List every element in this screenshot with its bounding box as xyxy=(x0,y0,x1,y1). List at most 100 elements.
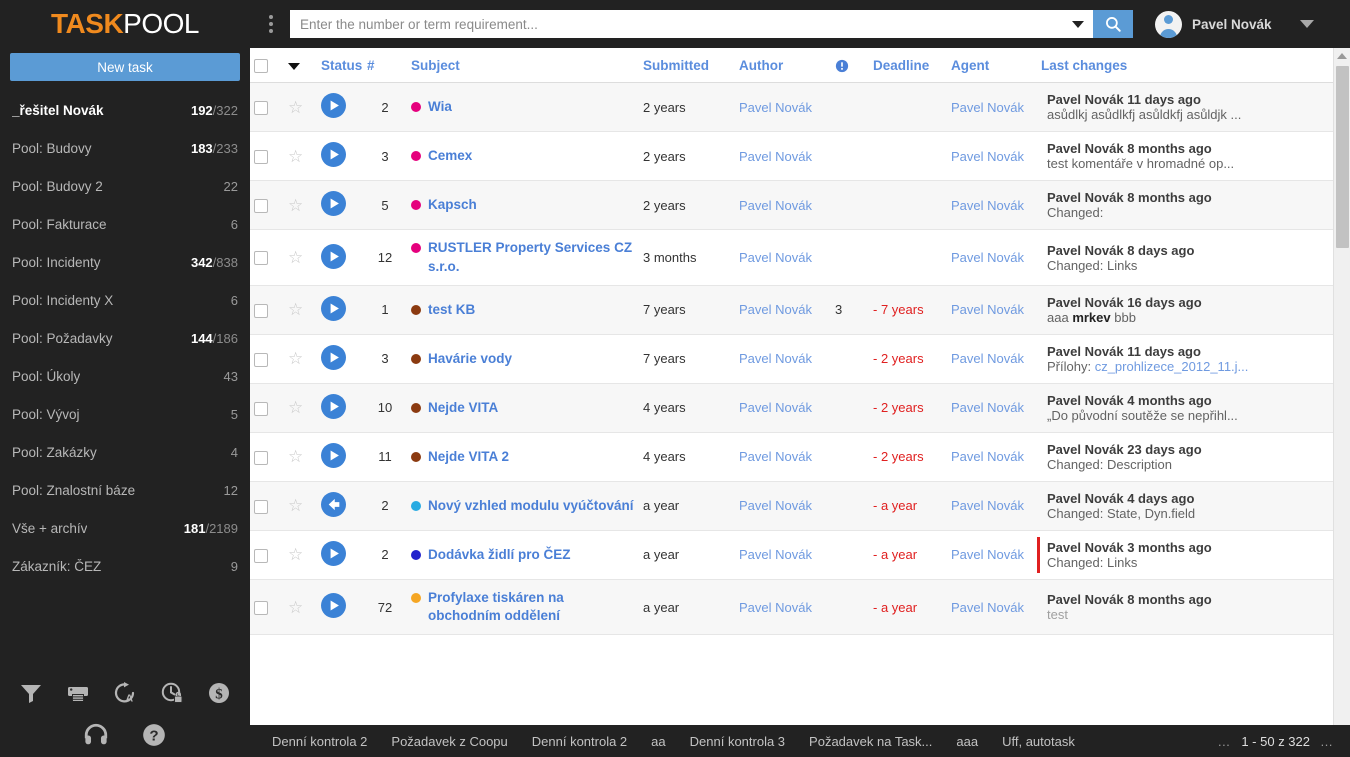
row-subject-link[interactable]: Kapsch xyxy=(428,196,477,214)
row-subject-cell[interactable]: RUSTLER Property Services CZ s.r.o. xyxy=(407,229,639,286)
sidebar-item-3[interactable]: Pool: Fakturace 6 xyxy=(0,205,250,243)
table-row[interactable]: ☆ 2 Nový vzhled modulu vyúčtování a year Pav… xyxy=(250,481,1350,531)
play-circle-icon[interactable] xyxy=(321,593,346,621)
row-checkbox[interactable] xyxy=(254,401,268,416)
row-agent-cell[interactable]: Pavel Novák xyxy=(947,579,1037,636)
row-author-link[interactable]: Pavel Novák xyxy=(739,198,812,213)
row-author-cell[interactable]: Pavel Novák xyxy=(735,383,831,433)
table-row[interactable]: ☆ 3 Cemex 2 years Pavel Novák Pavel Novák Pave… xyxy=(250,131,1350,182)
row-agent-link[interactable]: Pavel Novák xyxy=(951,351,1024,366)
star-icon[interactable]: ☆ xyxy=(288,545,303,564)
table-row[interactable]: ☆ 5 Kapsch 2 years Pavel Novák Pavel Novák Pav… xyxy=(250,180,1350,231)
quick-tab-5[interactable]: Požadavek na Task... xyxy=(797,734,944,749)
row-agent-cell[interactable]: Pavel Novák xyxy=(947,285,1037,335)
row-checkbox[interactable] xyxy=(254,150,268,165)
quick-tab-7[interactable]: Uff, autotask xyxy=(990,734,1087,749)
row-checkbox[interactable] xyxy=(254,303,268,318)
row-status-cell[interactable] xyxy=(317,481,363,531)
row-subject-link[interactable]: Profylaxe tiskáren na obchodním oddělení xyxy=(428,589,635,625)
row-author-cell[interactable]: Pavel Novák xyxy=(735,579,831,636)
row-last-changes-cell[interactable]: Pavel Novák 4 days ago Changed: State, Dy… xyxy=(1037,481,1350,531)
star-icon[interactable]: ☆ xyxy=(288,300,303,319)
row-agent-link[interactable]: Pavel Novák xyxy=(951,149,1024,164)
quick-tab-4[interactable]: Denní kontrola 3 xyxy=(678,734,797,749)
row-agent-link[interactable]: Pavel Novák xyxy=(951,449,1024,464)
row-status-cell[interactable] xyxy=(317,180,363,231)
redo-a-icon[interactable]: A xyxy=(112,680,138,706)
row-select-cell[interactable] xyxy=(250,432,284,482)
row-subject-cell[interactable]: Dodávka židlí pro ČEZ xyxy=(407,530,639,580)
row-subject-link[interactable]: Wia xyxy=(428,98,452,116)
row-favorite-cell[interactable]: ☆ xyxy=(284,383,317,433)
row-select-cell[interactable] xyxy=(250,285,284,335)
header-author[interactable]: Author xyxy=(735,48,831,84)
select-all-checkbox[interactable] xyxy=(254,59,268,74)
table-row[interactable]: ☆ 2 Dodávka židlí pro ČEZ a year Pavel Novák… xyxy=(250,530,1350,580)
star-icon[interactable]: ☆ xyxy=(288,248,303,267)
quick-tab-2[interactable]: Denní kontrola 2 xyxy=(520,734,639,749)
app-logo[interactable]: TASK POOL xyxy=(0,0,250,48)
sidebar-item-7[interactable]: Pool: Úkoly 43 xyxy=(0,357,250,395)
row-author-link[interactable]: Pavel Novák xyxy=(739,547,812,562)
quick-tab-3[interactable]: aa xyxy=(639,734,677,749)
sidebar-item-0[interactable]: _řešitel Novák 192/322 xyxy=(0,91,250,129)
headset-icon[interactable] xyxy=(83,722,109,748)
star-icon[interactable]: ☆ xyxy=(288,447,303,466)
scrollbar-thumb[interactable] xyxy=(1336,66,1349,248)
caret-down-icon[interactable] xyxy=(288,63,300,71)
row-status-cell[interactable] xyxy=(317,432,363,482)
row-author-cell[interactable]: Pavel Novák xyxy=(735,432,831,482)
play-circle-icon[interactable] xyxy=(321,442,346,471)
star-icon[interactable]: ☆ xyxy=(288,496,303,515)
play-circle-icon[interactable] xyxy=(321,295,346,324)
header-status[interactable]: Status xyxy=(317,48,363,84)
table-row[interactable]: ☆ 10 Nejde VITA 4 years Pavel Novák - 2 years… xyxy=(250,383,1350,433)
row-favorite-cell[interactable]: ☆ xyxy=(284,285,317,335)
table-row[interactable]: ☆ 11 Nejde VITA 2 4 years Pavel Novák - 2 yea… xyxy=(250,432,1350,482)
row-subject-link[interactable]: RUSTLER Property Services CZ s.r.o. xyxy=(428,239,635,275)
row-agent-cell[interactable]: Pavel Novák xyxy=(947,530,1037,580)
row-select-cell[interactable] xyxy=(250,530,284,580)
header-submitted[interactable]: Submitted xyxy=(639,48,735,84)
row-agent-link[interactable]: Pavel Novák xyxy=(951,250,1024,265)
row-author-cell[interactable]: Pavel Novák xyxy=(735,481,831,531)
row-checkbox[interactable] xyxy=(254,251,268,266)
sidebar-item-11[interactable]: Vše + archív 181/2189 xyxy=(0,509,250,547)
row-subject-cell[interactable]: test KB xyxy=(407,285,639,335)
play-circle-icon[interactable] xyxy=(321,142,346,170)
quick-tab-6[interactable]: aaa xyxy=(944,734,990,749)
row-last-changes-cell[interactable]: Pavel Novák 8 months ago test komentáře v… xyxy=(1037,131,1350,182)
vertical-scrollbar[interactable] xyxy=(1333,48,1350,725)
table-row[interactable]: ☆ 1 test KB 7 years Pavel Novák 3- 7 years Pav… xyxy=(250,285,1350,335)
row-agent-link[interactable]: Pavel Novák xyxy=(951,302,1024,317)
help-icon[interactable]: ? xyxy=(141,722,167,748)
row-author-cell[interactable]: Pavel Novák xyxy=(735,180,831,231)
dollar-circle-icon[interactable]: $ xyxy=(206,680,232,706)
row-favorite-cell[interactable]: ☆ xyxy=(284,432,317,482)
row-status-cell[interactable] xyxy=(317,285,363,335)
row-agent-link[interactable]: Pavel Novák xyxy=(951,100,1024,115)
star-icon[interactable]: ☆ xyxy=(288,196,303,215)
table-row[interactable]: ☆ 2 Wia 2 years Pavel Novák Pavel Novák Pavel … xyxy=(250,82,1350,133)
row-agent-cell[interactable]: Pavel Novák xyxy=(947,229,1037,286)
row-author-link[interactable]: Pavel Novák xyxy=(739,600,812,615)
star-icon[interactable]: ☆ xyxy=(288,598,303,617)
row-author-cell[interactable]: Pavel Novák xyxy=(735,131,831,182)
row-agent-cell[interactable]: Pavel Novák xyxy=(947,180,1037,231)
play-circle-icon[interactable] xyxy=(321,93,346,121)
row-agent-cell[interactable]: Pavel Novák xyxy=(947,131,1037,182)
row-author-cell[interactable]: Pavel Novák xyxy=(735,530,831,580)
row-checkbox[interactable] xyxy=(254,352,268,367)
header-last-changes[interactable]: Last changes xyxy=(1037,48,1350,84)
row-subject-cell[interactable]: Nový vzhled modulu vyúčtování xyxy=(407,481,639,531)
play-circle-icon[interactable] xyxy=(321,344,346,373)
row-subject-cell[interactable]: Wia xyxy=(407,82,639,133)
row-subject-cell[interactable]: Profylaxe tiskáren na obchodním oddělení xyxy=(407,579,639,636)
row-last-changes-cell[interactable]: Pavel Novák 8 months ago test xyxy=(1037,579,1350,636)
row-status-cell[interactable] xyxy=(317,229,363,286)
printer-icon[interactable] xyxy=(65,680,91,706)
row-select-cell[interactable] xyxy=(250,579,284,636)
row-favorite-cell[interactable]: ☆ xyxy=(284,82,317,133)
row-status-cell[interactable] xyxy=(317,131,363,182)
row-checkbox[interactable] xyxy=(254,199,268,214)
